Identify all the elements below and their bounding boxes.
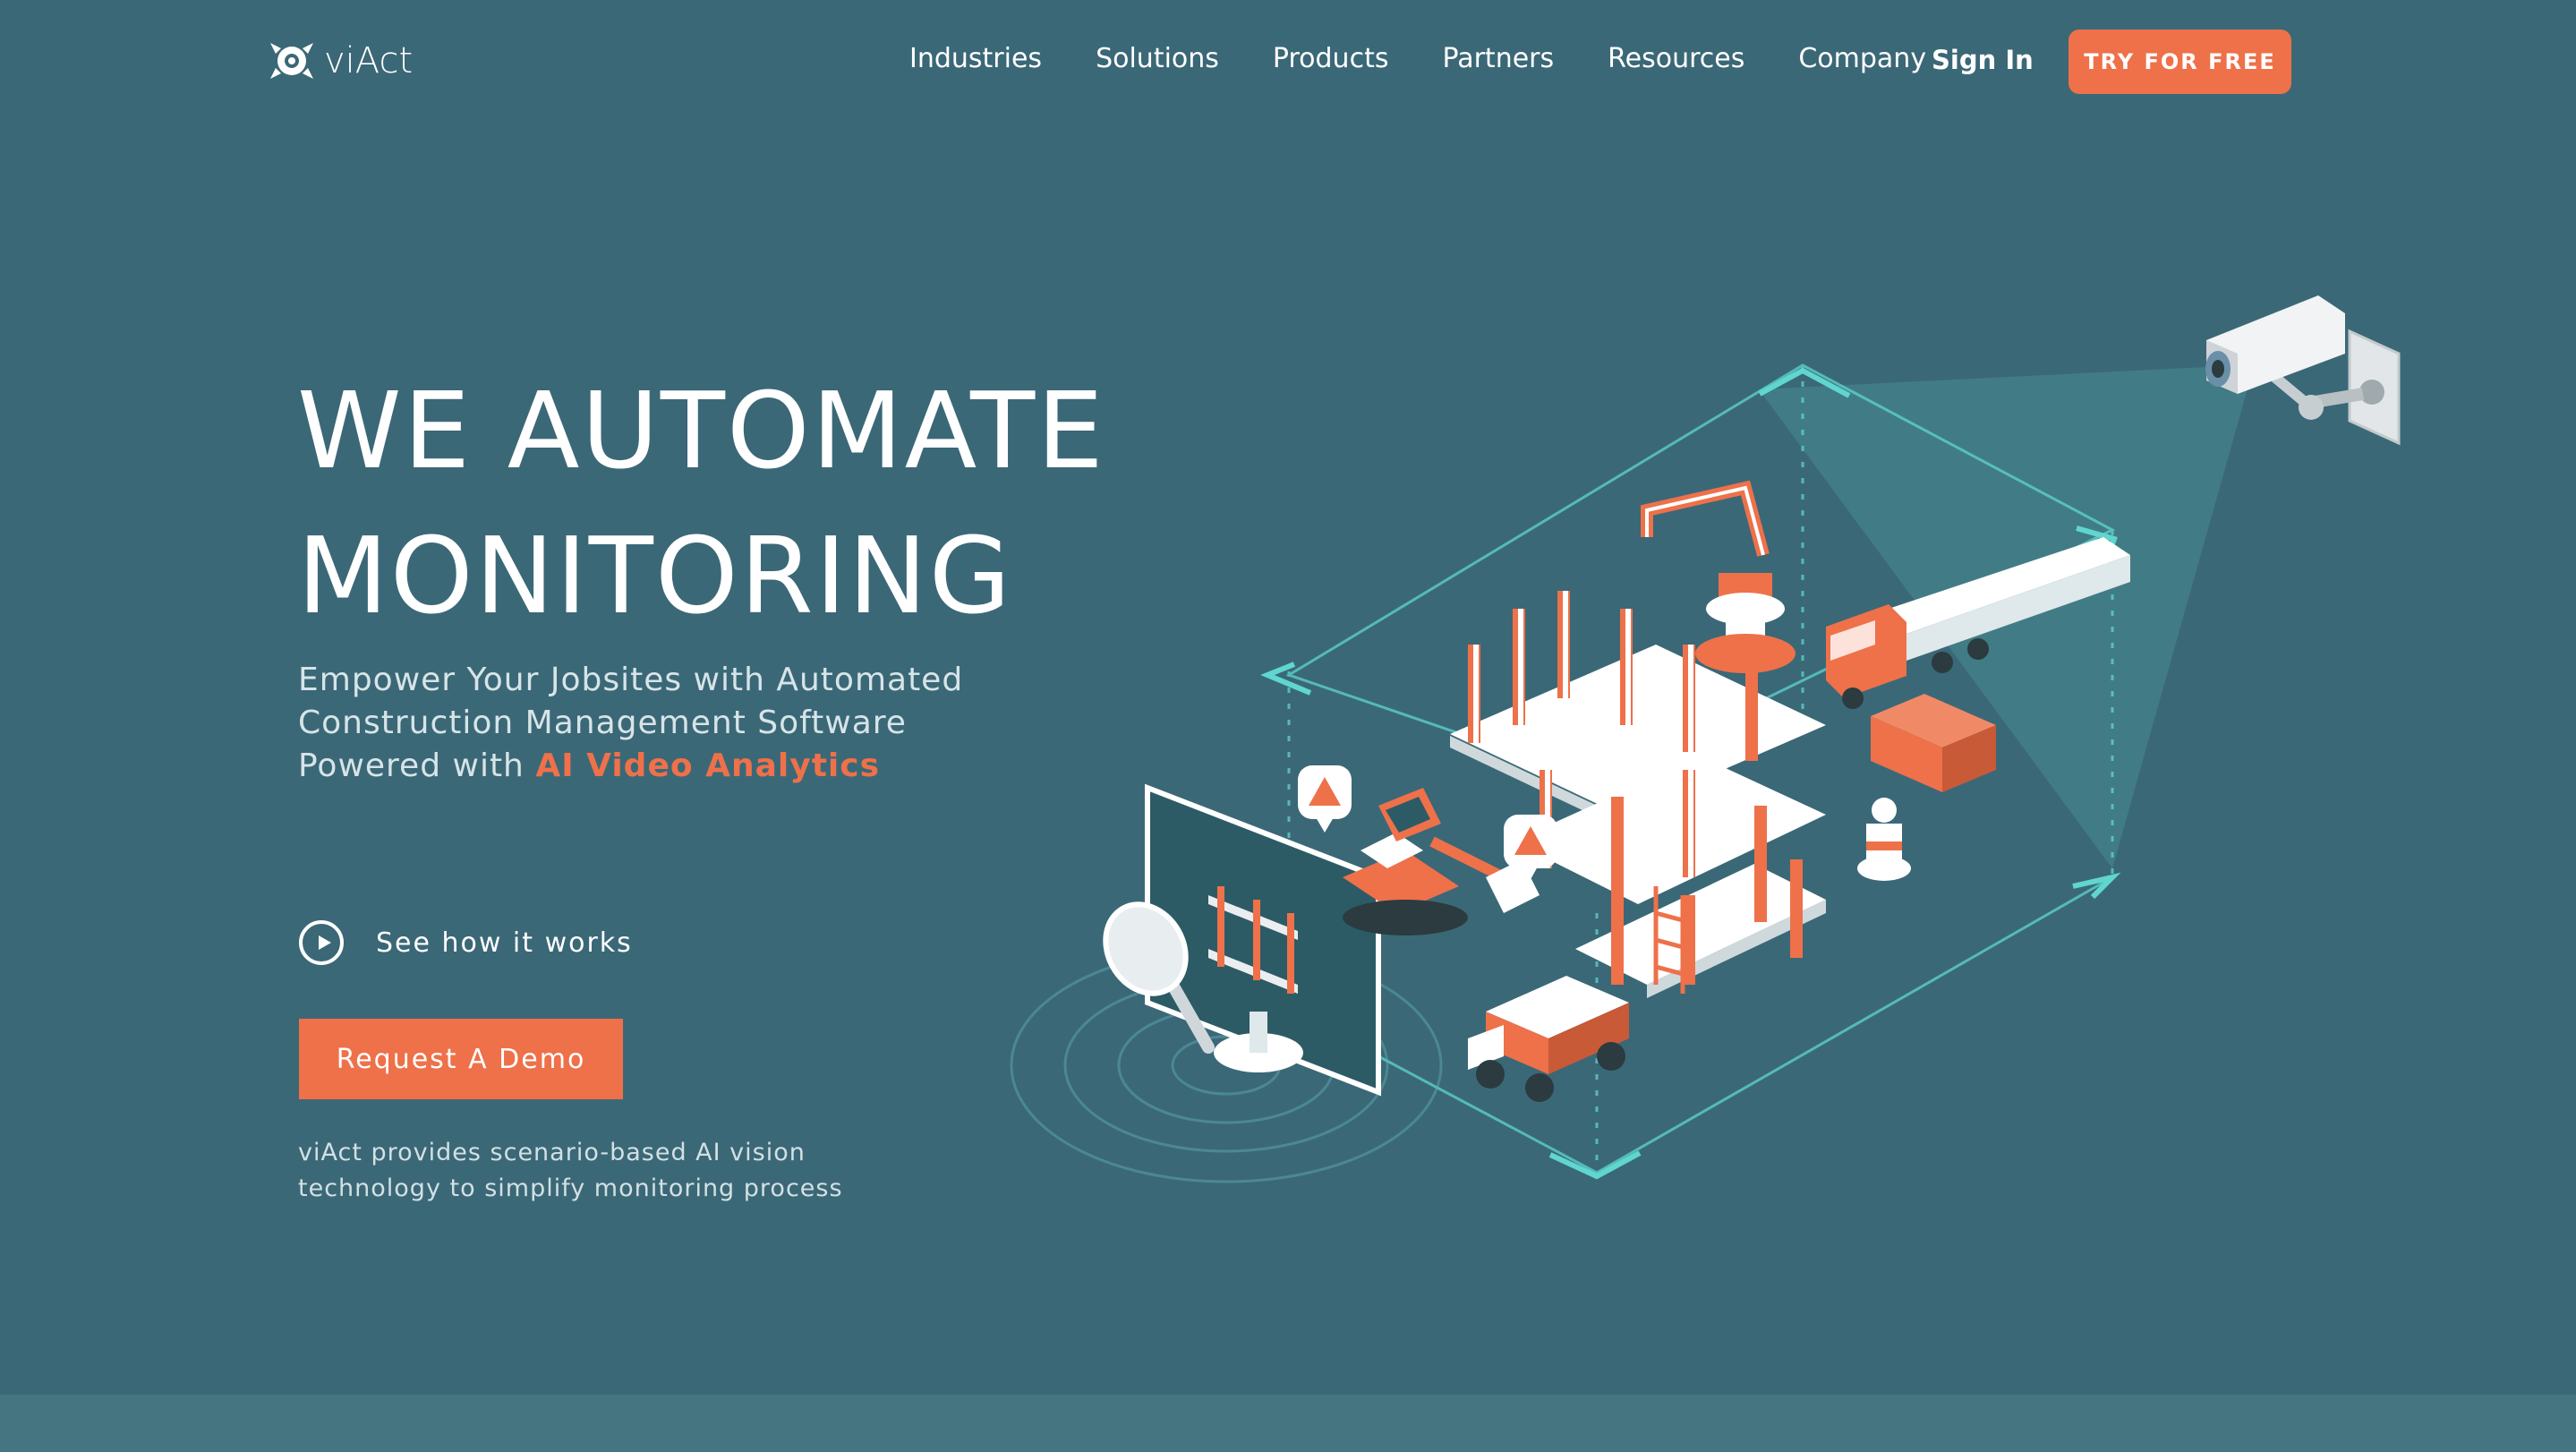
logo-text: viAct: [324, 40, 414, 81]
nav-partners[interactable]: Partners: [1442, 43, 1554, 74]
request-demo-button[interactable]: Request A Demo: [299, 1019, 623, 1099]
sign-in-link[interactable]: Sign In: [1932, 45, 2034, 75]
hero-footnote: viAct provides scenario-based AI vision …: [298, 1139, 843, 1202]
see-how-it-works-link[interactable]: See how it works: [299, 920, 633, 965]
logo-eye-icon: [269, 39, 315, 82]
nav-industries[interactable]: Industries: [909, 43, 1042, 74]
main-nav: Industries Solutions Products Partners R…: [909, 43, 1926, 74]
hero-subtext: Empower Your Jobsites with Automated Con…: [298, 659, 1032, 788]
page: viAct Industries Solutions Products Part…: [0, 0, 2576, 1452]
play-icon: [299, 920, 344, 965]
try-for-free-button[interactable]: TRY FOR FREE: [2068, 30, 2291, 94]
headline-line-1: WE AUTOMATE: [297, 369, 1105, 492]
see-how-it-works-label: See how it works: [376, 927, 633, 959]
nav-resources[interactable]: Resources: [1608, 43, 1744, 74]
construction-monitoring-illustration: [1010, 295, 2401, 1183]
logo[interactable]: viAct: [269, 39, 413, 82]
hero-headline: WE AUTOMATE MONITORING: [297, 358, 1105, 648]
subtext-highlight: AI Video Analytics: [535, 747, 881, 784]
nav-company[interactable]: Company: [1798, 43, 1926, 74]
next-section-edge: [0, 1395, 2576, 1452]
nav-products[interactable]: Products: [1273, 43, 1389, 74]
nav-solutions[interactable]: Solutions: [1096, 43, 1219, 74]
headline-line-2: MONITORING: [297, 514, 1013, 637]
